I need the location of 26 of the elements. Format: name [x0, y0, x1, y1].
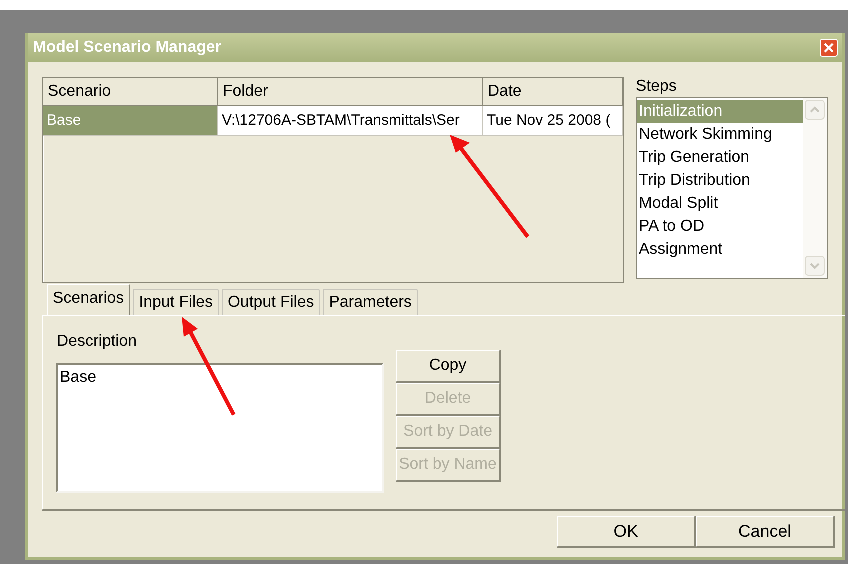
step-item[interactable]: Trip Distribution [637, 169, 803, 192]
dialog-button[interactable]: OK [557, 516, 696, 548]
table-cell: V:\12706A-SBTAM\Transmittals\Ser [218, 106, 483, 136]
table-cell: Tue Nov 25 2008 ( [483, 106, 623, 136]
step-item[interactable]: Modal Split [637, 192, 803, 215]
step-item[interactable]: Network Skimming [637, 123, 803, 146]
column-header[interactable]: Date [483, 78, 623, 106]
description-field[interactable]: Base [56, 363, 384, 493]
dialog-button[interactable]: Cancel [696, 516, 835, 548]
tab[interactable]: Scenarios [47, 284, 130, 315]
scroll-down-icon[interactable] [805, 256, 825, 276]
tab[interactable]: Input Files [133, 289, 219, 315]
close-icon[interactable] [820, 38, 838, 56]
column-header[interactable]: Folder [218, 78, 483, 106]
step-item[interactable]: PA to OD [637, 215, 803, 238]
action-button[interactable]: Copy [396, 350, 501, 383]
step-item[interactable]: Assignment [637, 238, 803, 261]
description-label: Description [57, 332, 138, 352]
steps-label: Steps [636, 77, 678, 97]
step-item[interactable]: Trip Generation [637, 146, 803, 169]
tab[interactable]: Parameters [323, 289, 418, 315]
window-title: Model Scenario Manager [33, 38, 222, 56]
scroll-up-icon[interactable] [805, 100, 825, 120]
tab[interactable]: Output Files [222, 289, 320, 315]
scrollbar[interactable] [803, 98, 827, 278]
column-header[interactable]: Scenario [43, 78, 218, 106]
